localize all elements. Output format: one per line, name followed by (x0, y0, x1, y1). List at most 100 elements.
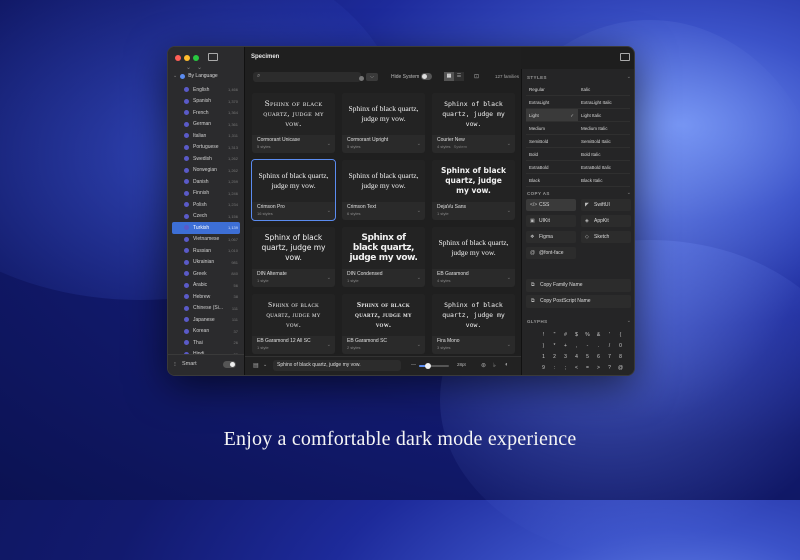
glyph-cell[interactable]: 1 (538, 353, 549, 362)
size-slider[interactable] (419, 363, 449, 369)
sidebar-toggle-icon[interactable] (208, 53, 218, 61)
glyph-cell[interactable]: ? (604, 364, 615, 373)
glyph-cell[interactable]: 3 (560, 353, 571, 362)
close-button[interactable] (175, 55, 181, 61)
copy-family-name-button[interactable]: ⧉ Copy Family Name (526, 279, 631, 292)
style-item[interactable]: ExtraLight Italic (578, 96, 630, 109)
copy-css-button[interactable]: </> CSS (526, 199, 576, 211)
font-card[interactable]: Sphinx of black quartz, judge my vow. Cri… (342, 160, 425, 220)
sidebar-item-language[interactable]: English 1,466 (172, 84, 240, 96)
glyph-cell[interactable]: 7 (604, 353, 615, 362)
more-icon[interactable]: ⌄ (417, 342, 421, 348)
smart-toggle[interactable] (223, 361, 236, 368)
sidebar-item-language[interactable]: Vietnamese 1,067 (172, 234, 240, 246)
style-item[interactable]: Medium Italic (578, 122, 630, 135)
more-icon[interactable]: ⌄ (327, 342, 331, 348)
glyph-cell[interactable]: > (593, 364, 604, 373)
collapse-icon[interactable]: ⌄ (627, 318, 631, 324)
glyph-cell[interactable]: , (571, 342, 582, 351)
sidebar-item-language[interactable]: Czech 1,156 (172, 211, 240, 223)
font-card[interactable]: Sphinx of black quartz, judge my vow. Cor… (342, 93, 425, 153)
font-card[interactable]: Sphinx of black quartz, judge my vow. EB … (252, 294, 335, 354)
sidebar-item-language[interactable]: Norwegian 1,262 (172, 165, 240, 177)
style-item[interactable]: Regular (526, 83, 578, 96)
minimize-button[interactable] (184, 55, 190, 61)
inspector-toggle-icon[interactable] (620, 53, 630, 61)
font-card[interactable]: Sphinx of black quartz, judge my vow. DIN… (342, 227, 425, 287)
text-preset-icon[interactable]: ▤ (253, 362, 259, 369)
sidebar-item-language[interactable]: Portuguese 1,313 (172, 142, 240, 154)
collapse-icon[interactable]: ⌄ (627, 190, 631, 196)
font-card[interactable]: Sphinx of black quartz, judge my vow. Dej… (432, 160, 515, 220)
style-item[interactable]: Italic (578, 83, 630, 96)
more-icon[interactable]: ⌄ (327, 208, 331, 214)
style-item[interactable]: ExtraBold Italic (578, 161, 630, 174)
glyph-cell[interactable]: < (571, 364, 582, 373)
style-item[interactable]: Light Italic (578, 109, 630, 122)
sidebar-item-language[interactable]: Chinese (Si... 111 (172, 303, 240, 315)
sidebar-item-language[interactable]: Spanish 1,370 (172, 96, 240, 108)
sidebar-item-language[interactable]: French 1,364 (172, 107, 240, 119)
more-icon[interactable]: ⌄ (507, 342, 511, 348)
style-item[interactable]: Light ✓ (526, 109, 578, 122)
sidebar-item-language[interactable]: Turkish 1,139 (172, 222, 240, 234)
glyph-cell[interactable]: @ (615, 364, 626, 373)
glyph-cell[interactable]: 4 (571, 353, 582, 362)
copy-sketch-button[interactable]: ◇ Sketch (581, 231, 631, 243)
style-item[interactable]: SemiBold (526, 135, 578, 148)
font-card[interactable]: Sphinx of black quartz, judge my vow. Cor… (252, 93, 335, 153)
more-icon[interactable]: ⌄ (327, 141, 331, 147)
glyph-cell[interactable]: 8 (615, 353, 626, 362)
font-card[interactable]: Sphinx of black quartz, judge my vow. EB … (432, 227, 515, 287)
glyph-cell[interactable]: . (593, 342, 604, 351)
sidebar-item-language[interactable]: Russian 1,010 (172, 245, 240, 257)
glyph-cell[interactable]: 5 (582, 353, 593, 362)
sidebar-item-language[interactable]: Thai 26 (172, 337, 240, 349)
style-item[interactable]: Bold (526, 148, 578, 161)
copy-figma-button[interactable]: ❖ Figma (526, 231, 576, 243)
clear-search-icon[interactable] (359, 76, 364, 81)
glyph-cell[interactable]: : (549, 364, 560, 373)
more-icon[interactable]: ⌄ (417, 275, 421, 281)
filter-button[interactable]: ⌵ (366, 73, 378, 81)
sidebar-item-language[interactable]: Arabic 56 (172, 280, 240, 292)
sidebar-item-language[interactable]: Polish 1,234 (172, 199, 240, 211)
more-icon[interactable]: ⌄ (417, 141, 421, 147)
glyph-cell[interactable]: " (549, 331, 560, 340)
style-item[interactable]: ExtraLight (526, 96, 578, 109)
font-card[interactable]: Sphinx of black quartz, judge my vow. Cri… (251, 159, 336, 221)
glyph-cell[interactable]: 2 (549, 353, 560, 362)
search-input[interactable]: ⌕ (253, 72, 364, 82)
more-icon[interactable]: ⌄ (417, 208, 421, 214)
font-card[interactable]: Sphinx of black quartz, judge my vow. Cou… (432, 93, 515, 153)
glyph-cell[interactable]: & (593, 331, 604, 340)
more-icon[interactable]: ⌄ (507, 275, 511, 281)
decrease-size-icon[interactable]: — (411, 362, 416, 368)
glyph-cell[interactable]: # (560, 331, 571, 340)
copy-swiftui-button[interactable]: ◤ SwiftUI (581, 199, 631, 211)
chevron-down-icon[interactable]: ⌄ (263, 362, 267, 368)
copy-postscript-name-button[interactable]: ⧉ Copy PostScript Name (526, 295, 631, 308)
list-view-icon[interactable]: ☰ (454, 72, 464, 81)
glyph-cell[interactable]: ' (604, 331, 615, 340)
glyph-cell[interactable]: - (582, 342, 593, 351)
style-item[interactable]: ExtraBold (526, 161, 578, 174)
glyph-cell[interactable]: ! (538, 331, 549, 340)
font-card[interactable]: Sphinx of black quartz, judge my vow. DIN… (252, 227, 335, 287)
style-item[interactable]: Bold Italic (578, 148, 630, 161)
hide-system-toggle[interactable] (421, 73, 432, 80)
glyph-cell[interactable]: = (582, 364, 593, 373)
sidebar-group-header[interactable]: ⌄ By Language (173, 73, 218, 79)
sidebar-item-language[interactable]: Korean 37 (172, 326, 240, 338)
more-icon[interactable]: ⌄ (327, 275, 331, 281)
grid-view-icon[interactable]: ▦ (444, 72, 454, 81)
collapse-icon[interactable]: ⌄ (627, 74, 631, 80)
reset-icon[interactable]: ⊛ (481, 362, 486, 369)
style-item[interactable]: Black Italic (578, 174, 630, 187)
size-slider-knob[interactable] (425, 363, 432, 369)
glyph-cell[interactable]: ) (538, 342, 549, 351)
sidebar-item-language[interactable]: Greek 840 (172, 268, 240, 280)
copy-appkit-button[interactable]: ◈ AppKit (581, 215, 631, 227)
more-icon[interactable]: ⌄ (507, 141, 511, 147)
glyph-cell[interactable]: ; (560, 364, 571, 373)
